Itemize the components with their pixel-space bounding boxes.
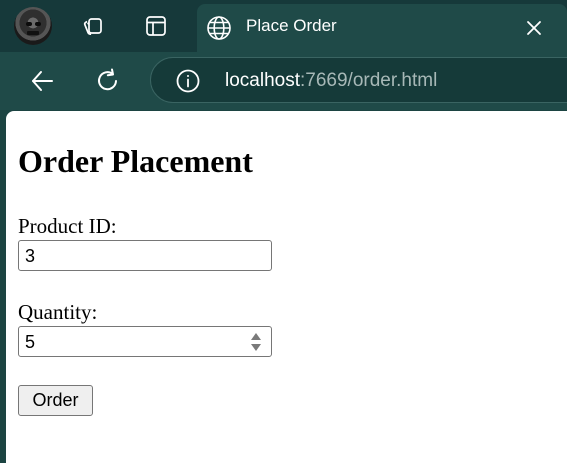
close-icon — [527, 21, 541, 35]
site-info-icon[interactable] — [175, 68, 201, 94]
quantity-value: 5 — [25, 332, 36, 352]
refresh-icon — [98, 68, 117, 91]
back-button[interactable] — [24, 63, 60, 99]
product-id-value: 3 — [25, 246, 36, 266]
avatar-eye-right — [35, 22, 41, 26]
page-content: Order Placement Product ID: 3 Quantity: … — [6, 111, 567, 463]
tab-title: Place Order — [246, 16, 337, 35]
active-tab[interactable]: Place Order — [197, 4, 567, 52]
url-host: localhost — [225, 70, 300, 91]
workspaces-icon — [83, 18, 102, 35]
quantity-label: Quantity: — [18, 300, 98, 324]
url-path: :7669/order.html — [300, 70, 438, 91]
tab-close-button[interactable] — [519, 13, 549, 43]
profile-avatar[interactable] — [14, 7, 52, 45]
spinner-arrows-icon[interactable] — [250, 332, 262, 352]
globe-icon — [207, 16, 231, 40]
page-title: Order Placement — [18, 143, 253, 179]
tab-actions-icon — [146, 16, 166, 36]
workspaces-button[interactable] — [75, 8, 111, 44]
back-arrow-icon — [32, 71, 53, 91]
url-text: localhost:7669/order.html — [225, 70, 437, 92]
order-button[interactable]: Order — [18, 385, 93, 416]
product-id-input[interactable]: 3 — [18, 240, 272, 271]
product-id-label: Product ID: — [18, 214, 117, 238]
avatar-eye-left — [26, 22, 32, 26]
reload-button[interactable] — [90, 63, 126, 99]
vertical-tabs-button[interactable] — [138, 8, 174, 44]
quantity-input[interactable]: 5 — [18, 326, 272, 357]
tab-strip: Place Order — [0, 0, 567, 52]
avatar-mouth — [27, 31, 39, 35]
browser-window: Place Order localhost:7669/order.html Or… — [0, 0, 567, 463]
browser-toolbar: localhost:7669/order.html — [0, 52, 567, 110]
address-bar[interactable]: localhost:7669/order.html — [150, 57, 567, 103]
